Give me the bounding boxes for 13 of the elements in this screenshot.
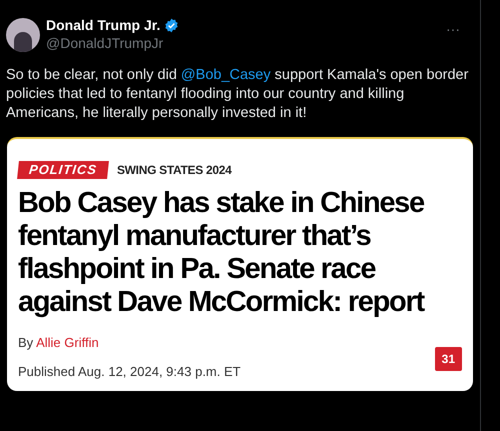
category-tag: POLITICS [17, 161, 109, 179]
mention-link[interactable]: @Bob_Casey [180, 67, 271, 83]
published-date: Published Aug. 12, 2024, 9:43 p.m. ET [18, 362, 241, 381]
article-card[interactable] [7, 137, 473, 391]
article-headline: Bob Casey has stake in Chinese fentanyl manufacturer that’s flashpoint in Pa. Senate race against Dave McCormick: report [18, 187, 426, 319]
avatar[interactable] [6, 18, 40, 52]
section-label: SWING STATES 2024 [116, 162, 232, 179]
byline: By Allie Griffin [18, 334, 100, 352]
author-handle: @DonaldJTrumpJr [46, 34, 164, 52]
comment-count-badge[interactable]: 31 [434, 347, 462, 371]
author-name[interactable]: Donald Trump Jr. [46, 16, 160, 34]
post-text: So to be clear, not only did @Bob_Casey support Kamala's open border policies that led to fentanyl flooding into our country and killing Americans, he literally personally invested in it! [5, 66, 470, 123]
more-options-button[interactable]: ··· [446, 22, 460, 36]
